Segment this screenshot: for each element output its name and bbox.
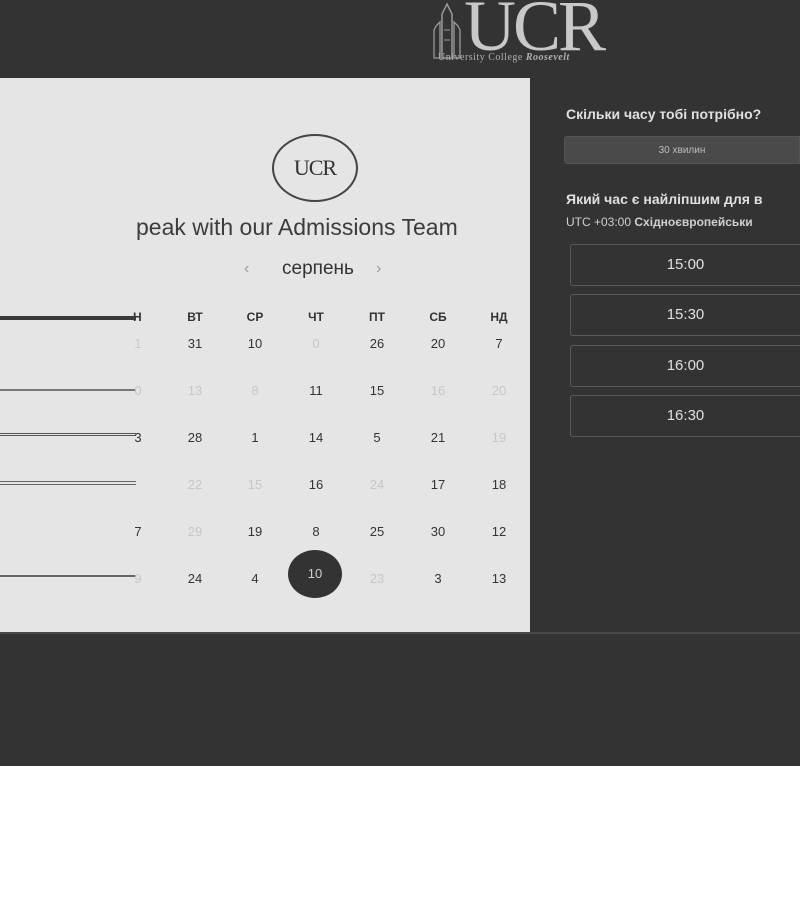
calendar-day[interactable]: 13: [175, 383, 215, 398]
logo-sub-prefix: University College: [438, 52, 523, 63]
calendar-day[interactable]: 0: [296, 336, 336, 351]
time-slot-1530[interactable]: 15:30: [570, 294, 800, 336]
calendar-day[interactable]: 9: [118, 571, 158, 586]
calendar-day[interactable]: 19: [479, 430, 519, 445]
calendar-day[interactable]: 24: [175, 571, 215, 586]
logo-sub-name: Roosevelt: [525, 52, 570, 63]
calendar-panel: UCR peak with our Admissions Team ‹ серп…: [0, 78, 530, 632]
calendar-day[interactable]: 25: [357, 524, 397, 539]
calendar-day[interactable]: 0: [118, 383, 158, 398]
selected-day-label: 10: [307, 566, 323, 581]
duration-question: Скільки часу тобі потрібно?: [566, 106, 762, 122]
timezone-offset: UTC +03:00: [566, 215, 632, 229]
calendar-day[interactable]: 7: [118, 524, 158, 539]
time-selection-panel: Скільки часу тобі потрібно? 30 хвилин Як…: [530, 78, 800, 632]
logo-subtitle: University College Roosevelt: [438, 52, 570, 63]
prev-month-button[interactable]: ‹: [244, 260, 249, 278]
selected-day[interactable]: 10: [288, 550, 342, 598]
calendar-day[interactable]: 24: [357, 477, 397, 492]
strike-line: [0, 316, 136, 320]
ucr-emblem-icon: UCR: [272, 134, 358, 202]
calendar-day[interactable]: 20: [479, 383, 519, 398]
calendar-day[interactable]: 4: [235, 571, 275, 586]
weekday-tue: ВТ: [187, 310, 203, 324]
calendar-day[interactable]: 14: [296, 430, 336, 445]
calendar-day[interactable]: 15: [235, 477, 275, 492]
calendar-day[interactable]: 8: [296, 524, 336, 539]
calendar-day[interactable]: 1: [235, 430, 275, 445]
weekday-mon: Н: [133, 310, 142, 324]
calendar-day[interactable]: 12: [479, 524, 519, 539]
timezone-name: Східноєвропейськи: [634, 215, 753, 229]
month-label: серпень: [282, 258, 354, 279]
duration-select[interactable]: 30 хвилин: [564, 136, 800, 164]
calendar-day[interactable]: 10: [235, 336, 275, 351]
strike-line: [0, 389, 136, 391]
calendar-day[interactable]: 28: [175, 430, 215, 445]
calendar-day[interactable]: 19: [235, 524, 275, 539]
calendar-day[interactable]: 8: [235, 383, 275, 398]
calendar-day[interactable]: 26: [357, 336, 397, 351]
calendar-day[interactable]: 1: [118, 336, 158, 351]
calendar-day[interactable]: 16: [296, 477, 336, 492]
calendar-day[interactable]: 31: [175, 336, 215, 351]
calendar-day[interactable]: 30: [418, 524, 458, 539]
calendar-day[interactable]: 20: [418, 336, 458, 351]
weekday-thu: ЧТ: [308, 310, 324, 324]
weekday-sun: НД: [490, 310, 508, 324]
calendar-day[interactable]: 7: [479, 336, 519, 351]
calendar-day[interactable]: 29: [175, 524, 215, 539]
time-slot-1600[interactable]: 16:00: [570, 345, 800, 387]
weekday-sat: СБ: [429, 310, 447, 324]
strike-line: [0, 575, 136, 577]
calendar-day[interactable]: 5: [357, 430, 397, 445]
footer-bar: [0, 632, 800, 766]
header-bar: UCR University College Roosevelt: [0, 0, 800, 78]
calendar-day[interactable]: 15: [357, 383, 397, 398]
timezone-label[interactable]: UTC +03:00 Східноєвропейськи: [566, 215, 753, 229]
time-slot-1630[interactable]: 16:30: [570, 395, 800, 437]
calendar-day[interactable]: 16: [418, 383, 458, 398]
emblem-text: UCR: [293, 155, 337, 180]
weekday-fri: ПТ: [369, 310, 385, 324]
calendar-day[interactable]: 18: [479, 477, 519, 492]
time-slot-1500[interactable]: 15:00: [570, 244, 800, 286]
calendar-day[interactable]: 23: [357, 571, 397, 586]
page-title: peak with our Admissions Team: [136, 214, 458, 240]
month-navigator: ‹ серпень ›: [236, 256, 396, 284]
strike-line: [0, 433, 136, 436]
ucr-logo[interactable]: UCR University College Roosevelt: [430, 0, 632, 70]
strike-line: [0, 481, 136, 485]
weekday-wed: СР: [246, 310, 264, 324]
calendar-day[interactable]: 22: [175, 477, 215, 492]
calendar-day[interactable]: 11: [296, 383, 336, 398]
calendar-day[interactable]: 21: [418, 430, 458, 445]
calendar-day[interactable]: 17: [418, 477, 458, 492]
next-month-button[interactable]: ›: [376, 260, 381, 278]
booking-page: UCR University College Roosevelt UCR pea…: [0, 0, 800, 900]
time-question: Який час є найліпшим для в: [566, 191, 763, 207]
calendar-day[interactable]: 3: [418, 571, 458, 586]
calendar-day[interactable]: 3: [118, 430, 158, 445]
calendar-day[interactable]: 13: [479, 571, 519, 586]
